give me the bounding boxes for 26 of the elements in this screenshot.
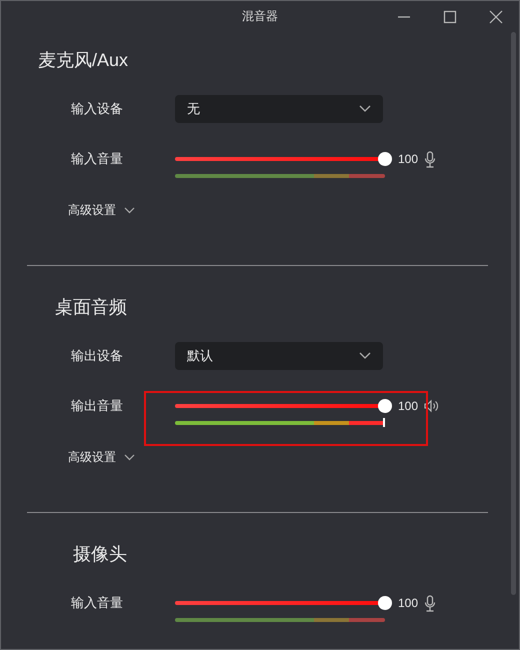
volume-value: 100 [398,152,418,166]
chevron-down-icon[interactable] [124,454,135,460]
row-label: 输入音量 [71,594,124,612]
chevron-down-icon [359,352,371,360]
volume-value: 100 [398,596,418,610]
close-icon[interactable] [489,10,503,24]
row-label: 输出设备 [71,347,124,365]
microphone-icon[interactable] [424,150,436,168]
section-title: 摄像头 [73,543,127,566]
row-label: 输入音量 [71,150,124,168]
volume-value: 100 [398,399,418,413]
device-dropdown[interactable]: 默认 [175,342,383,370]
speaker-icon[interactable] [424,399,440,413]
row-label: 输入设备 [71,100,124,118]
chevron-down-icon [359,105,371,113]
device-dropdown[interactable]: 无 [175,95,383,123]
maximize-icon[interactable] [443,10,457,24]
chevron-down-icon[interactable] [124,206,135,214]
window-title: 混音器 [242,8,278,25]
section-title: 桌面音频 [55,296,127,319]
section-title: 麦克风/Aux [38,49,128,72]
row-label: 输出音量 [71,397,124,415]
scrollbar-thumb[interactable] [511,32,516,595]
advanced-settings-toggle[interactable]: 高级设置 [68,202,116,218]
advanced-settings-toggle[interactable]: 高级设置 [68,448,116,466]
microphone-icon[interactable] [424,594,436,612]
